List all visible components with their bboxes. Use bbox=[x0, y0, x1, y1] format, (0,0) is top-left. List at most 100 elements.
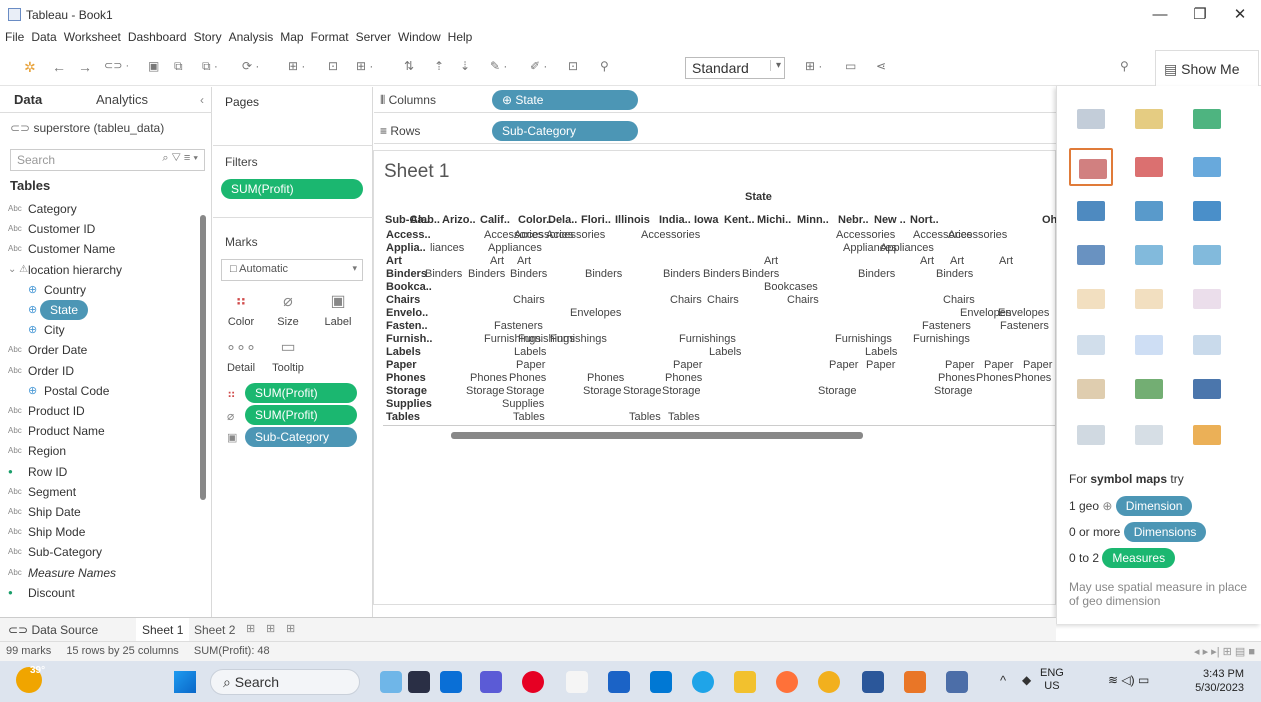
chart-type-thumbnail-icon[interactable] bbox=[1069, 326, 1113, 364]
field-order-id[interactable]: Abc Order ID bbox=[0, 361, 205, 381]
data-source-tab[interactable]: ⊂⊃ Data Source bbox=[8, 623, 98, 637]
field-order-date[interactable]: Abc Order Date bbox=[0, 340, 205, 360]
columns-pill-state[interactable]: ⊕ State bbox=[492, 90, 638, 110]
presentation-icon[interactable]: ⊞ · bbox=[805, 59, 822, 73]
share-icon[interactable]: ⋖ bbox=[876, 59, 886, 73]
marker-icon[interactable]: ✐ · bbox=[530, 59, 547, 73]
labels-icon[interactable]: ⊡ bbox=[568, 59, 578, 73]
chart-type-thumbnail-icon[interactable] bbox=[1185, 192, 1229, 230]
language-indicator[interactable]: ENG US bbox=[1040, 667, 1064, 693]
tray-app-icon[interactable]: ◆ bbox=[1022, 673, 1031, 687]
field-measure-names[interactable]: Abc Measure Names bbox=[0, 563, 205, 583]
tab-analytics[interactable]: Analytics bbox=[96, 92, 148, 107]
sort-icon[interactable]: ⊡ bbox=[328, 59, 338, 73]
network-volume-battery-icon[interactable]: ≋ ◁) ▭ bbox=[1108, 673, 1149, 687]
back-icon[interactable]: ← bbox=[52, 59, 66, 75]
new-worksheet-icon[interactable]: ⊞ bbox=[246, 622, 255, 635]
mail-icon[interactable] bbox=[650, 671, 672, 693]
chart-type-thumbnail-icon[interactable] bbox=[1069, 148, 1113, 186]
field-discount[interactable]: ● Discount bbox=[0, 583, 205, 603]
chart-type-thumbnail-icon[interactable] bbox=[1069, 370, 1113, 408]
chart-type-thumbnail-icon[interactable] bbox=[1185, 416, 1229, 454]
edge-icon[interactable] bbox=[692, 671, 714, 693]
sort-asc-icon[interactable]: ⇡ bbox=[434, 59, 444, 73]
menu-format[interactable]: Format bbox=[311, 30, 349, 44]
chart-type-thumbnail-icon[interactable] bbox=[1069, 280, 1113, 318]
firefox-icon[interactable] bbox=[776, 671, 798, 693]
search-field[interactable]: Search ⌕ ▽ ≡ ▾ bbox=[10, 149, 205, 171]
swap-icon[interactable]: ⊞ · bbox=[288, 59, 305, 73]
chart-type-thumbnail-icon[interactable] bbox=[1069, 192, 1113, 230]
field-city[interactable]: ⊕ City bbox=[0, 320, 205, 340]
field-product-id[interactable]: Abc Product ID bbox=[0, 401, 205, 421]
tooltip-button[interactable]: ▭ Tooltip bbox=[268, 337, 308, 374]
menu-map[interactable]: Map bbox=[280, 30, 303, 44]
field-ship-mode[interactable]: Abc Ship Mode bbox=[0, 522, 205, 542]
chart-type-thumbnail-icon[interactable] bbox=[1069, 416, 1113, 454]
close-button[interactable]: ✕ bbox=[1220, 4, 1260, 26]
clock[interactable]: 3:43 PM 5/30/2023 bbox=[1180, 667, 1244, 695]
field-customer-id[interactable]: Abc Customer ID bbox=[0, 219, 205, 239]
field-region[interactable]: Abc Region bbox=[0, 441, 205, 461]
remote-app-icon[interactable] bbox=[946, 671, 968, 693]
datasource-row[interactable]: ⊂⊃ superstore (tableu_data) bbox=[10, 121, 164, 135]
tab-data[interactable]: Data bbox=[14, 92, 42, 107]
rows-pill-subcategory[interactable]: Sub-Category bbox=[492, 121, 638, 141]
rows-shelf[interactable]: ≡ Rows Sub-Category bbox=[374, 117, 1056, 144]
field-segment[interactable]: Abc Segment bbox=[0, 482, 205, 502]
taskbar-search[interactable]: ⌕ Search bbox=[210, 669, 360, 695]
chrome-icon[interactable] bbox=[818, 671, 840, 693]
dollar-app-icon[interactable] bbox=[566, 671, 588, 693]
totals-icon[interactable]: ⊞ · bbox=[356, 59, 373, 73]
highlight-icon[interactable]: ⇅ bbox=[404, 59, 414, 73]
pen-icon[interactable]: ✎ · bbox=[490, 59, 507, 73]
fit-dropdown[interactable]: Standard ▾ bbox=[685, 57, 785, 79]
restore-button[interactable]: ❐ bbox=[1180, 4, 1220, 26]
sheet2-tab[interactable]: Sheet 2 bbox=[194, 623, 235, 637]
new-story-icon[interactable]: ⊞ bbox=[286, 622, 295, 635]
color-button[interactable]: ⠶ Color bbox=[221, 291, 261, 328]
mark-type-dropdown[interactable]: □ Automatic ▾ bbox=[221, 259, 363, 281]
chart-type-thumbnail-icon[interactable] bbox=[1185, 148, 1229, 186]
menu-dashboard[interactable]: Dashboard bbox=[128, 30, 187, 44]
label-button[interactable]: ▣ Label bbox=[318, 291, 358, 328]
marks-pill-label[interactable]: Sub-Category bbox=[245, 427, 357, 447]
menu-window[interactable]: Window bbox=[398, 30, 441, 44]
chart-type-thumbnail-icon[interactable] bbox=[1185, 280, 1229, 318]
chart-type-thumbnail-icon[interactable] bbox=[1127, 370, 1171, 408]
tableau-logo-icon[interactable]: ✲ bbox=[24, 59, 36, 76]
menu-server[interactable]: Server bbox=[356, 30, 391, 44]
menu-analysis[interactable]: Analysis bbox=[229, 30, 274, 44]
device-preview-icon[interactable]: ▭ bbox=[845, 59, 856, 73]
clear-icon[interactable]: ⟳ · bbox=[242, 59, 259, 73]
menu-file[interactable]: File bbox=[5, 30, 24, 44]
pin-toolbar-icon[interactable]: ⚲ bbox=[1120, 59, 1129, 73]
search-filter-icon[interactable]: ⌕ ▽ ≡ ▾ bbox=[162, 152, 198, 165]
horizontal-scrollbar[interactable] bbox=[451, 432, 863, 439]
menu-data[interactable]: Data bbox=[31, 30, 56, 44]
minimize-button[interactable]: — bbox=[1140, 4, 1180, 26]
widgets-icon[interactable] bbox=[380, 671, 402, 693]
tableau-taskbar-icon[interactable] bbox=[904, 671, 926, 693]
menu-story[interactable]: Story bbox=[194, 30, 222, 44]
worksheet-view[interactable]: Sheet 1 bbox=[373, 150, 1056, 605]
sheet1-tab[interactable]: Sheet 1 bbox=[136, 618, 190, 641]
forward-icon[interactable]: → bbox=[78, 59, 92, 75]
chart-type-thumbnail-icon[interactable] bbox=[1185, 236, 1229, 274]
marks-pill-size[interactable]: SUM(Profit) bbox=[245, 405, 357, 425]
new-data-source-icon[interactable]: ⊂⊃ · bbox=[104, 59, 129, 72]
start-icon[interactable] bbox=[174, 671, 196, 693]
field-customer-name[interactable]: Abc Customer Name bbox=[0, 239, 205, 259]
pinterest-icon[interactable] bbox=[522, 671, 544, 693]
word-icon[interactable] bbox=[862, 671, 884, 693]
duplicate-icon[interactable]: ⧉ · bbox=[202, 59, 218, 74]
collapse-pane-icon[interactable]: ‹ bbox=[200, 93, 204, 107]
filter-pill-profit[interactable]: SUM(Profit) bbox=[221, 179, 363, 199]
store-icon[interactable] bbox=[608, 671, 630, 693]
chart-type-thumbnail-icon[interactable] bbox=[1185, 100, 1229, 138]
field-postal-code[interactable]: ⊕ Postal Code bbox=[0, 381, 205, 401]
field-product-name[interactable]: Abc Product Name bbox=[0, 421, 205, 441]
field-scrollbar[interactable] bbox=[200, 215, 206, 500]
columns-shelf[interactable]: ⦀ Columns ⊕ State bbox=[374, 87, 1056, 113]
field-category[interactable]: Abc Category bbox=[0, 199, 205, 219]
